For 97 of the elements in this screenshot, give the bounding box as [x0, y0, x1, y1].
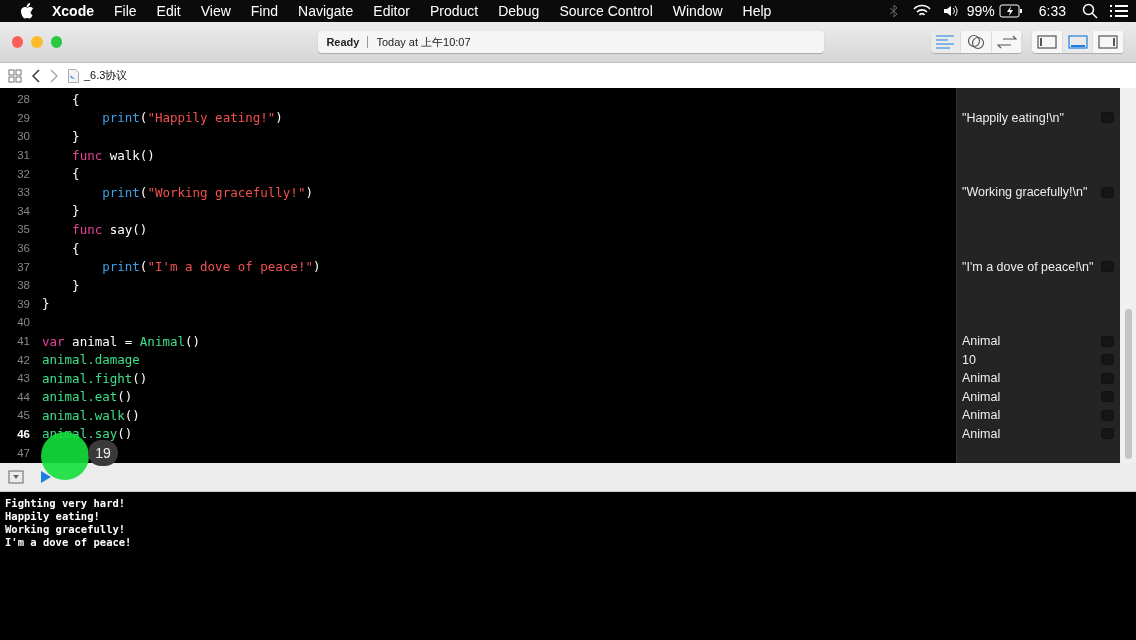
- close-button[interactable]: [12, 36, 24, 48]
- result-value: Animal: [962, 334, 1001, 348]
- line-number: 36: [16, 242, 30, 255]
- result-value: Animal: [962, 389, 1001, 404]
- editor-mode-button[interactable]: [991, 31, 1023, 53]
- line-number: 28: [16, 93, 30, 106]
- search-icon[interactable]: [1082, 3, 1098, 19]
- line-number: 46: [16, 428, 30, 440]
- click-count-badge: 19: [88, 440, 118, 466]
- line-number: 31: [16, 149, 30, 162]
- apple-icon[interactable]: [20, 3, 34, 19]
- code-line: }: [71, 277, 80, 293]
- left-panel-icon: [1037, 35, 1058, 49]
- result-value: 10: [962, 352, 976, 367]
- result-value: "Happily eating!\n": [962, 110, 1064, 125]
- bottom-panel-icon: [1067, 35, 1088, 49]
- menu-item[interactable]: Edit: [146, 3, 191, 19]
- code-line: var animal = Animal(): [42, 333, 201, 349]
- line-number: 30: [16, 130, 30, 143]
- line-number: 34: [16, 204, 30, 217]
- menu-item[interactable]: Find: [240, 3, 289, 19]
- clock[interactable]: 6:33: [1028, 3, 1076, 19]
- line-number: 32: [16, 167, 30, 180]
- console-output-line: I'm a dove of peace!: [5, 536, 133, 549]
- menu-item[interactable]: Debug: [488, 3, 550, 19]
- code-line: {: [71, 166, 80, 182]
- battery-icon[interactable]: [998, 4, 1023, 18]
- list-icon[interactable]: [1110, 4, 1128, 18]
- code-line: animal.damage: [42, 352, 140, 368]
- menu-item[interactable]: Navigate: [288, 3, 364, 19]
- bluetooth-icon[interactable]: [888, 4, 899, 18]
- right-panel-icon: [1098, 35, 1119, 49]
- line-number: 42: [16, 353, 30, 366]
- line-number: 45: [16, 409, 30, 422]
- line-number: 39: [16, 297, 30, 310]
- line-number: 40: [16, 316, 30, 329]
- line-number: 38: [16, 279, 30, 292]
- line-number: 35: [16, 223, 30, 236]
- result-value: Animal: [962, 371, 1001, 386]
- console-output-line: Working gracefully!: [5, 523, 127, 536]
- line-number: 44: [16, 390, 30, 403]
- zoom-button[interactable]: [50, 36, 63, 48]
- result-value: Animal: [962, 408, 1001, 423]
- minimize-button[interactable]: [31, 36, 43, 48]
- code-line: }: [71, 203, 80, 219]
- line-number: 41: [16, 335, 30, 347]
- line-number: 43: [16, 372, 30, 385]
- code-line: animal.fight(): [42, 370, 148, 386]
- code-line: }: [42, 296, 50, 312]
- result-value: "I'm a dove of peace!\n": [962, 259, 1094, 274]
- forward-icon[interactable]: [50, 68, 58, 83]
- menu-item[interactable]: File: [104, 3, 147, 19]
- code-line: print("I'm a dove of peace!"): [101, 259, 321, 275]
- menu-item[interactable]: Source Control: [549, 3, 663, 19]
- editor-mode-button[interactable]: [961, 31, 992, 53]
- code-line: print("Happily eating!"): [101, 110, 283, 126]
- panel-toggle-button[interactable]: [1032, 31, 1063, 53]
- line-number: 37: [16, 260, 30, 273]
- code-line: {: [71, 91, 80, 107]
- lines-icon: [935, 35, 956, 49]
- code-line: func say(): [71, 221, 148, 237]
- menu-item[interactable]: Xcode: [42, 3, 104, 19]
- arrows-icon: [996, 35, 1017, 49]
- panel-toggle-button[interactable]: [1062, 31, 1094, 53]
- result-value: Animal: [962, 427, 1001, 441]
- menu-item[interactable]: Help: [732, 3, 782, 19]
- code-line: }: [71, 129, 80, 144]
- menu-item[interactable]: Product: [419, 3, 489, 19]
- panel-toggle-button[interactable]: [1093, 31, 1124, 53]
- code-line: animal.eat(): [42, 389, 133, 405]
- grid-icon[interactable]: [8, 68, 22, 83]
- menu-item[interactable]: Window: [662, 3, 733, 19]
- code-line: print("Working gracefully!"): [101, 184, 313, 200]
- line-number: 33: [16, 186, 30, 199]
- menu-item[interactable]: View: [190, 3, 241, 19]
- circles-icon: [966, 34, 985, 50]
- code-line: animal.walk(): [42, 407, 140, 423]
- console-output-line: Happily eating!: [5, 510, 101, 523]
- run-icon[interactable]: [40, 470, 52, 484]
- swift-file-icon: [68, 68, 79, 83]
- result-value: "Working gracefully!\n": [962, 185, 1088, 200]
- code-line: {: [71, 240, 80, 256]
- back-icon[interactable]: [32, 68, 40, 83]
- status-timestamp: Today at 上午10:07: [376, 34, 471, 50]
- speaker-icon[interactable]: [942, 4, 959, 18]
- line-number: 47: [16, 446, 30, 459]
- code-line: func walk(): [71, 147, 155, 163]
- file-breadcrumb[interactable]: _6.3协议: [84, 68, 128, 83]
- scrollbar-thumb[interactable]: [1124, 309, 1132, 459]
- code-line: animal.say(): [42, 426, 133, 442]
- line-number: 29: [16, 111, 30, 124]
- console-output-line: Fighting very hard!: [5, 497, 127, 510]
- battery-percentage: 99%: [966, 3, 996, 19]
- wifi-icon[interactable]: [912, 4, 931, 18]
- status-text: Ready: [326, 36, 360, 48]
- menu-item[interactable]: Editor: [363, 3, 420, 19]
- hide-console-icon[interactable]: [8, 470, 24, 484]
